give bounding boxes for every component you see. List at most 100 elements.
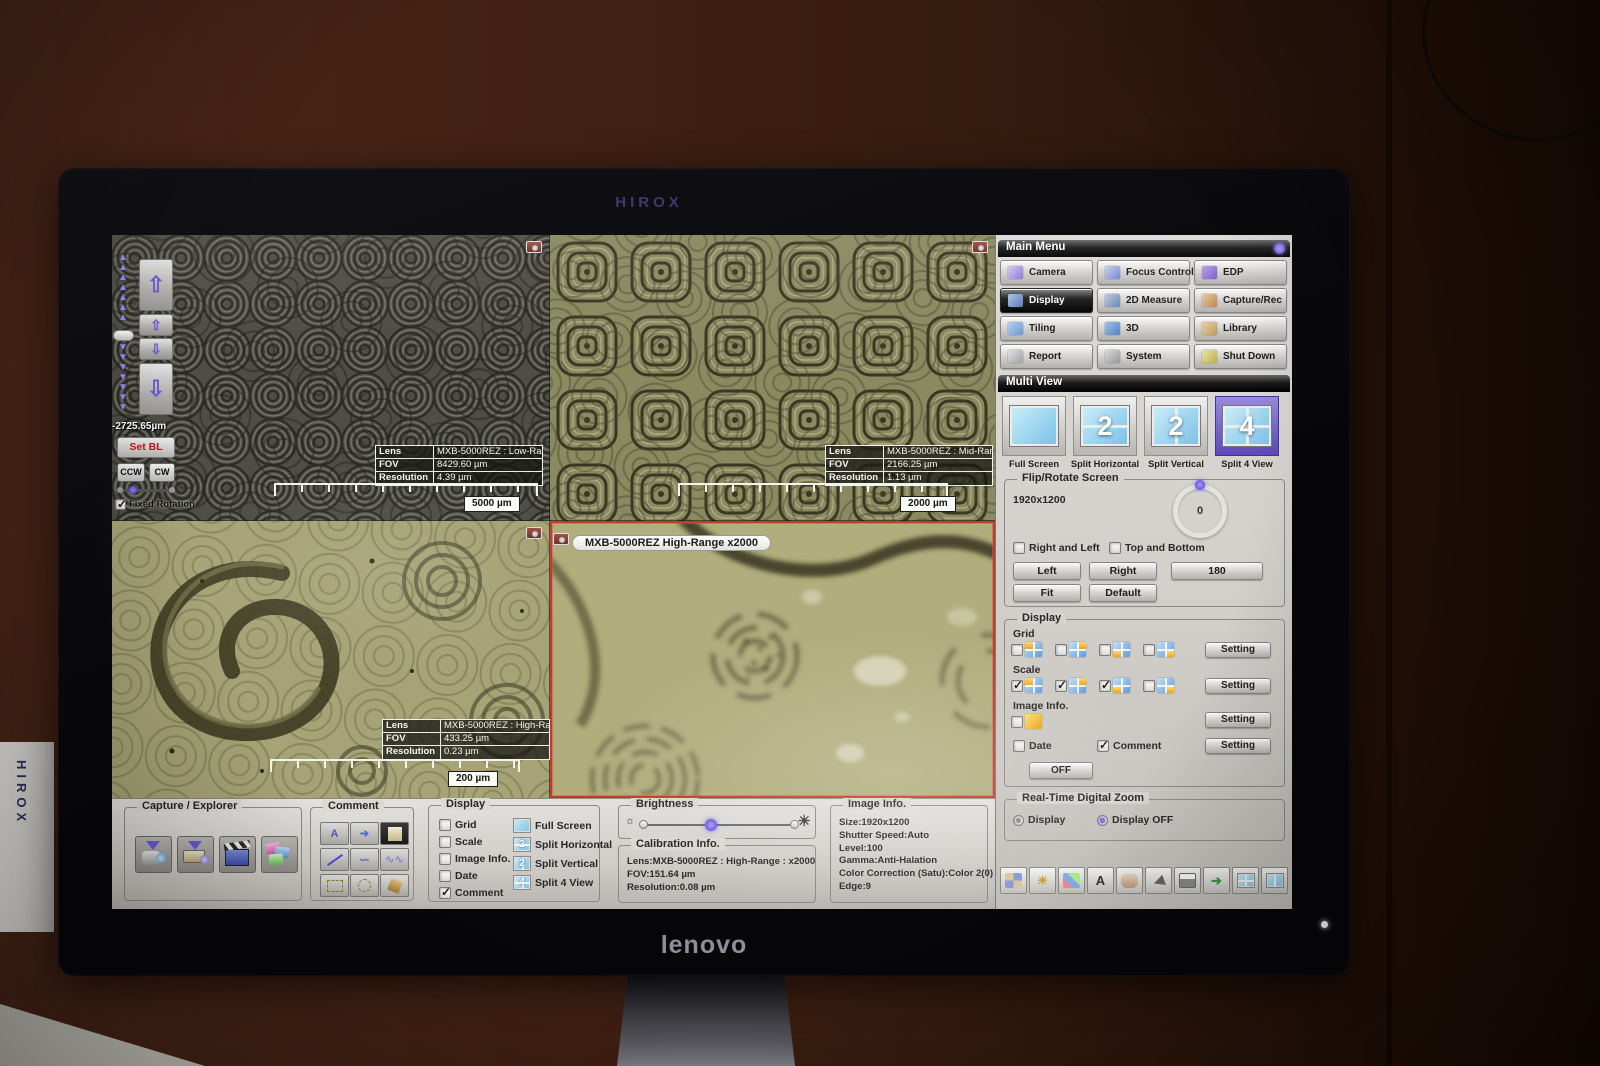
comment-checkbox[interactable]	[1097, 740, 1109, 752]
fixed-rotation-checkbox[interactable]	[115, 499, 126, 510]
date-option[interactable]: Date	[1013, 740, 1052, 752]
grid-q2-option[interactable]	[1055, 642, 1086, 657]
menu-camera-button[interactable]: Camera	[1000, 260, 1093, 285]
movie-record-button[interactable]	[219, 836, 256, 873]
grid-option[interactable]: Grid	[439, 819, 477, 831]
text-tool-button[interactable]: A	[1087, 867, 1114, 894]
scale-q3-option[interactable]	[1099, 678, 1130, 693]
text-annotation-button[interactable]: A	[320, 822, 349, 845]
set-bl-button[interactable]: Set BL	[117, 437, 175, 458]
focus-fast-down-button[interactable]: ⇩	[139, 363, 173, 415]
comment-option[interactable]: Comment	[1097, 740, 1161, 752]
rotation-slider[interactable]	[119, 489, 173, 492]
multi-view-split-vertical[interactable]: 2	[1144, 396, 1208, 456]
scale-checkbox[interactable]	[439, 836, 451, 848]
scale-q4-checkbox[interactable]	[1143, 680, 1155, 692]
thumbnail-grid-button[interactable]	[1000, 867, 1027, 894]
default-button[interactable]: Default	[1089, 584, 1157, 602]
viewport-x2000-selected[interactable]: MXB-5000REZ High-Range x2000	[550, 521, 995, 798]
rotate-cw-button[interactable]: CW	[149, 463, 175, 482]
viewport-mid-range[interactable]: LensMXB-5000REZ : Mid-Range : x140 FOV21…	[550, 235, 995, 521]
rotate-left-button[interactable]: Left	[1013, 562, 1081, 580]
camera-icon[interactable]	[526, 527, 542, 539]
focus-down-button[interactable]: ⇩	[139, 338, 173, 360]
viewport-high-range[interactable]: LensMXB-5000REZ : High-Range : x700 FOV4…	[112, 521, 550, 798]
grid-q3-option[interactable]	[1099, 642, 1130, 657]
scale-q2-option[interactable]	[1055, 678, 1086, 693]
grid-q1-option[interactable]	[1011, 642, 1042, 657]
date-checkbox[interactable]	[439, 870, 451, 882]
focus-step-up-arrows[interactable]: ▲▲▲▲▲▲▲	[115, 253, 131, 323]
multi-view-split-horizontal[interactable]: 2	[1073, 396, 1137, 456]
rectangle-annotation-button[interactable]	[320, 874, 349, 897]
display-off-radio[interactable]	[1097, 815, 1108, 826]
palette-button[interactable]	[1058, 867, 1085, 894]
print-button[interactable]	[1174, 867, 1201, 894]
lamp-button[interactable]: ☀	[1029, 867, 1056, 894]
image-info-checkbox[interactable]	[1011, 716, 1023, 728]
date-checkbox[interactable]	[1013, 740, 1025, 752]
eraser-button[interactable]	[380, 874, 409, 897]
menu-shut-down-button[interactable]: Shut Down	[1194, 344, 1287, 369]
line-annotation-button[interactable]	[320, 848, 349, 871]
menu-3d-button[interactable]: 3D	[1097, 316, 1190, 341]
announce-button[interactable]: ◀	[1145, 867, 1172, 894]
multi-view-full-screen[interactable]	[1002, 396, 1066, 456]
view-full-screen[interactable]: Full Screen	[513, 818, 592, 833]
comment-checkbox[interactable]	[439, 887, 451, 899]
brightness-slider[interactable]	[643, 824, 795, 826]
grid-q2-checkbox[interactable]	[1055, 644, 1067, 656]
scale-setting-button[interactable]: Setting	[1205, 678, 1271, 694]
brightness-slider-thumb[interactable]	[705, 819, 717, 831]
grid-q3-checkbox[interactable]	[1099, 644, 1111, 656]
camera-icon[interactable]	[526, 241, 542, 253]
grid-checkbox[interactable]	[439, 819, 451, 831]
info-icon[interactable]	[1274, 243, 1285, 254]
scale-q2-checkbox[interactable]	[1055, 680, 1067, 692]
note-annotation-button[interactable]	[380, 822, 409, 845]
image-info-checkbox[interactable]	[439, 853, 451, 865]
scale-q1-option[interactable]	[1011, 678, 1042, 693]
image-explorer-button[interactable]	[261, 836, 298, 873]
exit-button[interactable]: ➔	[1203, 867, 1230, 894]
menu-system-button[interactable]: System	[1097, 344, 1190, 369]
camera-icon[interactable]	[972, 241, 988, 253]
grid-setting-button[interactable]: Setting	[1205, 642, 1271, 658]
date-comment-setting-button[interactable]: Setting	[1205, 738, 1271, 754]
grid-q4-option[interactable]	[1143, 642, 1174, 657]
menu-library-button[interactable]: Library	[1194, 316, 1287, 341]
hand-tool-button[interactable]	[1116, 867, 1143, 894]
date-option[interactable]: Date	[439, 870, 478, 882]
rotation-slider-thumb[interactable]	[129, 486, 137, 494]
image-info-option[interactable]	[1011, 714, 1042, 729]
display-radio[interactable]	[1013, 815, 1024, 826]
scale-option[interactable]: Scale	[439, 836, 482, 848]
capture-image-button[interactable]	[135, 836, 172, 873]
scale-q3-checkbox[interactable]	[1099, 680, 1111, 692]
flip-right-left-option[interactable]: Right and Left	[1013, 542, 1100, 554]
fixed-rotation-option[interactable]: Fixed Rotation	[115, 499, 195, 510]
menu-tiling-button[interactable]: Tiling	[1000, 316, 1093, 341]
multi-view-split-4[interactable]: 4	[1215, 396, 1279, 456]
rtz-display-option[interactable]: Display	[1013, 814, 1065, 826]
freehand-annotation-button[interactable]: ∽	[350, 848, 379, 871]
menu-focus-control-button[interactable]: Focus Control	[1097, 260, 1190, 285]
menu-capture-rec-button[interactable]: Capture/Rec	[1194, 288, 1287, 313]
view-split-horizontal[interactable]: 2Split Horizontal	[513, 837, 612, 852]
focus-step-down-arrows[interactable]: ▼▼▼▼▼▼▼	[115, 343, 131, 413]
circle-annotation-button[interactable]	[350, 874, 379, 897]
scale-q4-option[interactable]	[1143, 678, 1174, 693]
view-split-4[interactable]: 4Split 4 View	[513, 875, 593, 890]
image-info-setting-button[interactable]: Setting	[1205, 712, 1271, 728]
top-and-bottom-checkbox[interactable]	[1109, 542, 1121, 554]
scale-q1-checkbox[interactable]	[1011, 680, 1023, 692]
capture-save-button[interactable]	[177, 836, 214, 873]
menu-edp-button[interactable]: EDP	[1194, 260, 1287, 285]
rotate-right-button[interactable]: Right	[1089, 562, 1157, 580]
right-and-left-checkbox[interactable]	[1013, 542, 1025, 554]
grid-q4-checkbox[interactable]	[1143, 644, 1155, 656]
rtz-display-off-option[interactable]: Display OFF	[1097, 814, 1173, 826]
image-info-option[interactable]: Image Info.	[439, 853, 510, 865]
view-split-vertical[interactable]: 2Split Vertical	[513, 856, 598, 871]
rotate-ccw-button[interactable]: CCW	[117, 463, 145, 482]
